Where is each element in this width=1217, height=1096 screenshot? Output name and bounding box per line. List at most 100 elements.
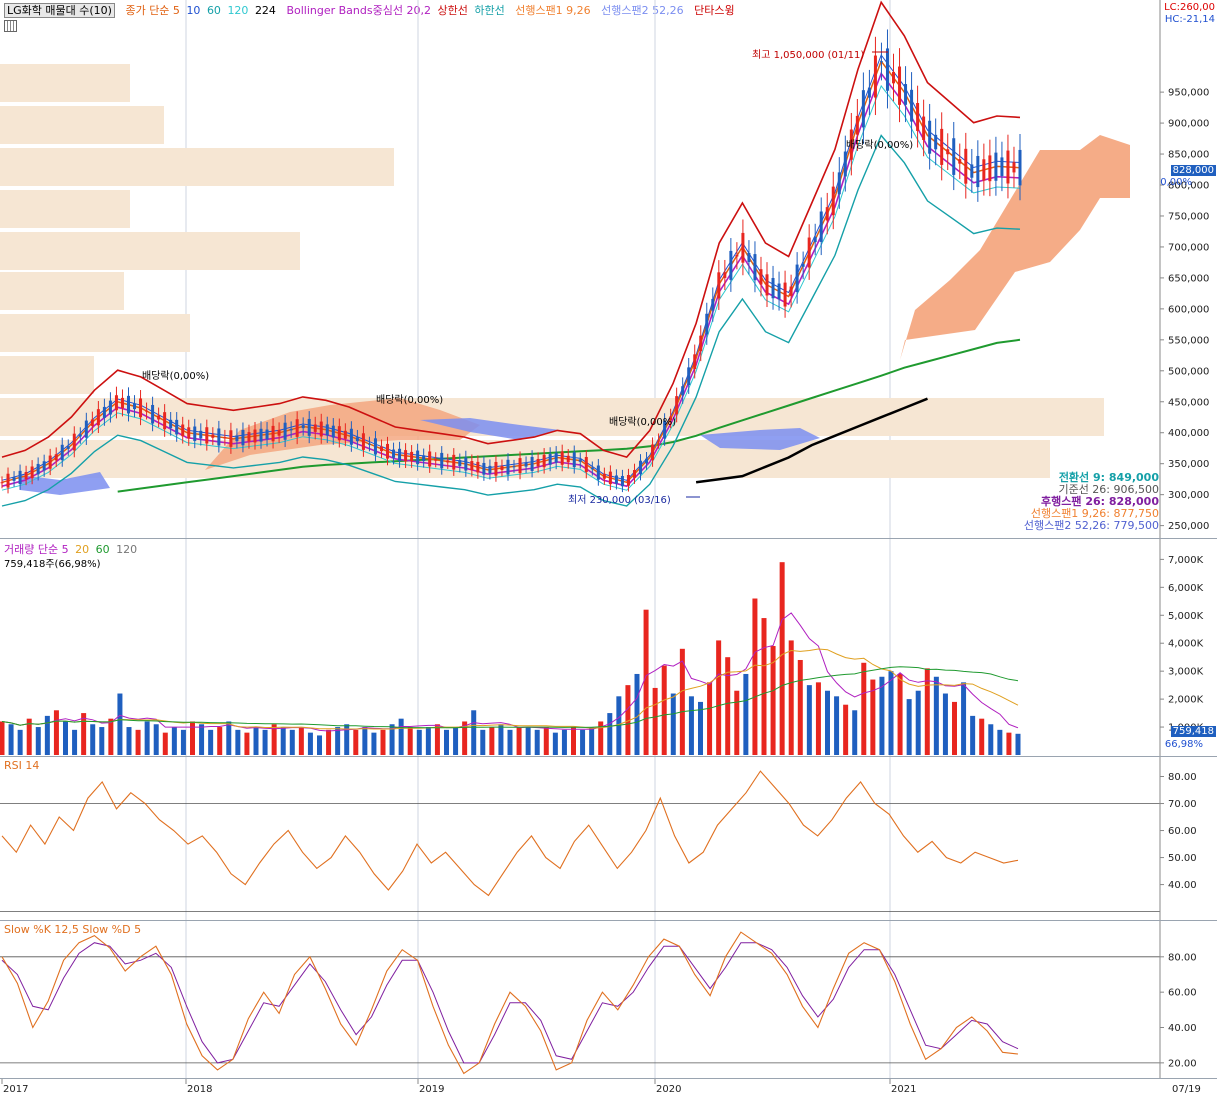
volume-bar xyxy=(190,721,195,755)
candle-down xyxy=(837,172,841,195)
candle-down xyxy=(705,313,709,335)
candle-down xyxy=(681,386,685,396)
rsi-chart[interactable]: 40.00 50.00 60.00 70.00 80.00 xyxy=(0,757,1217,1096)
volume-bar xyxy=(552,732,558,755)
stoch-y-tick-label: 20.00 xyxy=(1168,1058,1197,1069)
candle-down xyxy=(398,448,402,462)
volume-profile-bar xyxy=(0,314,190,352)
volume-bar xyxy=(752,598,758,755)
low-annotation: 최저 230,000 (03/16) xyxy=(568,495,671,506)
candle-up xyxy=(518,458,522,474)
candle-down xyxy=(488,465,492,474)
x-tick-label: 2017 xyxy=(3,1084,28,1095)
volume-bar xyxy=(498,724,504,755)
candle-up xyxy=(602,473,606,479)
candle-down xyxy=(994,152,998,181)
stochastic-chart[interactable]: 20.00 40.00 60.00 80.00 xyxy=(0,921,1217,1096)
volume-bar xyxy=(888,671,894,755)
candle-down xyxy=(753,254,757,281)
candle-down xyxy=(307,418,311,436)
volume-bar xyxy=(434,724,440,755)
candle-down xyxy=(458,460,462,466)
volume-bar xyxy=(35,727,41,755)
volume-bar xyxy=(362,727,368,755)
candle-up xyxy=(632,470,636,478)
candle-up xyxy=(163,412,167,430)
candle-up xyxy=(319,421,323,437)
stoch-y-tick-label: 80.00 xyxy=(1168,952,1197,963)
candle-up xyxy=(452,454,456,470)
candle-down xyxy=(464,457,468,471)
candle-down xyxy=(283,422,287,440)
dividend-annotation-3: 배당락(0,00%) xyxy=(609,417,677,428)
volume-bar xyxy=(516,727,522,755)
candle-up xyxy=(783,282,787,307)
candle-up xyxy=(48,455,52,469)
price-y-tick-label: 450,000 xyxy=(1168,397,1209,408)
candle-down xyxy=(952,138,956,175)
candle-up xyxy=(964,148,968,184)
high-annotation: 최고 1,050,000 (01/11) xyxy=(752,50,865,61)
candle-up xyxy=(626,475,630,486)
volume-bar xyxy=(897,673,903,755)
volume-bar xyxy=(180,729,186,755)
span2-value: 선행스팬2 52,26: 779,500 xyxy=(1023,519,1159,532)
candle-up xyxy=(229,430,233,447)
rsi-y-tick-label: 80.00 xyxy=(1168,772,1197,783)
candle-up xyxy=(145,410,149,412)
volume-bar xyxy=(788,640,794,755)
candle-down xyxy=(217,428,221,446)
rsi-y-tick-label: 50.00 xyxy=(1168,853,1197,864)
candle-up xyxy=(404,450,408,462)
price-y-tick-label: 950,000 xyxy=(1168,88,1209,99)
volume-bar xyxy=(235,729,241,755)
volume-bar xyxy=(72,729,78,755)
volume-bar xyxy=(661,665,667,755)
volume-bar xyxy=(262,729,268,755)
volume-bar xyxy=(543,727,549,755)
candle-up xyxy=(187,427,191,439)
dividend-annotation-2: 배당락(0,00%) xyxy=(376,395,444,406)
volume-bar xyxy=(879,676,885,755)
candle-up xyxy=(247,432,251,442)
candle-up xyxy=(114,395,118,411)
candle-down xyxy=(126,395,130,414)
volume-profile-bar xyxy=(0,356,94,394)
volume-chart[interactable]: 1,000K2,000K3,000K4,000K5,000K6,000K7,00… xyxy=(0,539,1217,1096)
candle-down xyxy=(777,283,781,300)
candle-up xyxy=(72,433,76,451)
volume-bar xyxy=(199,724,205,755)
ichimoku-values: 전환선 9: 849,000 기준선 26: 906,500 후행스팬 26: … xyxy=(1024,472,1159,532)
candle-down xyxy=(879,61,883,63)
volume-bar xyxy=(580,729,586,755)
candle-down xyxy=(711,298,715,311)
volume-bar xyxy=(307,732,313,755)
candle-up xyxy=(361,433,365,450)
candle-down xyxy=(42,461,46,471)
volume-y-tick-label: 5,000K xyxy=(1168,611,1204,622)
price-chart[interactable]: 250,000 300,000 350,000 400,000 450,000 500,0… xyxy=(0,0,1217,1096)
volume-y-tick-label: 6,000K xyxy=(1168,583,1204,594)
volume-bar xyxy=(44,715,50,755)
volume-bar xyxy=(153,724,159,755)
volume-bar xyxy=(571,727,576,755)
candle-down xyxy=(355,437,359,442)
candle-down xyxy=(904,84,908,105)
volume-bar xyxy=(652,687,658,755)
candle-down xyxy=(1000,157,1004,177)
candle-up xyxy=(313,424,317,432)
candle-down xyxy=(970,164,974,178)
candle-down xyxy=(506,459,510,475)
candle-down xyxy=(554,452,558,463)
volume-bar xyxy=(226,721,232,755)
candle-up xyxy=(434,458,438,461)
volume-box: 759,418 xyxy=(1170,726,1216,737)
candle-down xyxy=(133,403,137,410)
volume-bar xyxy=(834,696,840,755)
candle-up xyxy=(982,159,986,181)
dividend-annotation-4: 배당락(0,00%) xyxy=(846,140,914,151)
rsi-y-tick-label: 40.00 xyxy=(1168,880,1197,891)
candle-down xyxy=(235,435,239,442)
volume-bar xyxy=(489,727,495,755)
volume-profile-bar xyxy=(0,272,124,310)
